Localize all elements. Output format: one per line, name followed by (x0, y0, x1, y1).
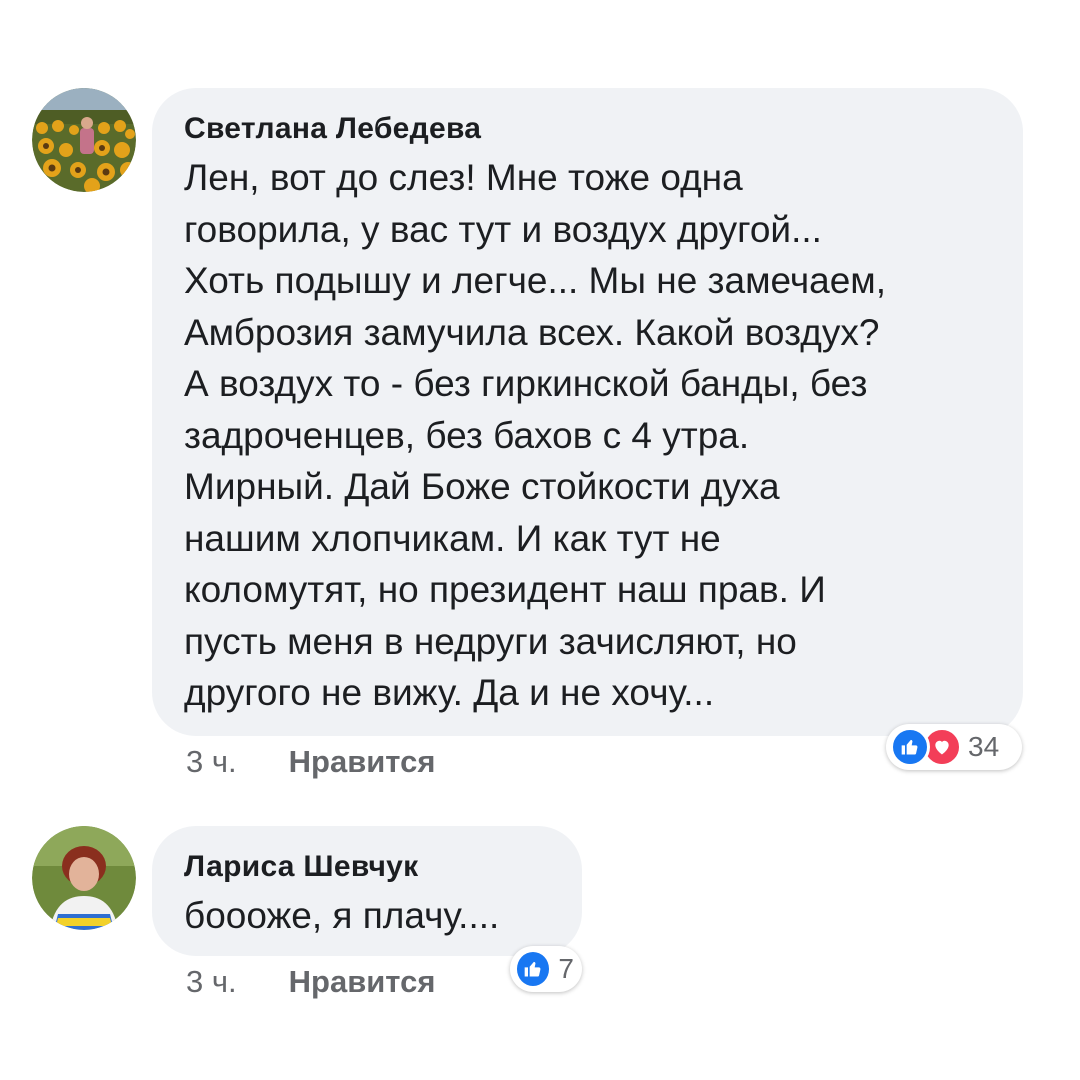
reactions-summary[interactable]: 7 (510, 946, 582, 992)
avatar-woman-photo (32, 826, 136, 930)
comment: Лариса Шевчук боооже, я плачу.... 7 3 ч.… (0, 0, 1080, 1080)
like-icon (890, 727, 930, 767)
comment-meta: 3 ч. Нравится (186, 964, 435, 1000)
comment-bubble: Лариса Шевчук боооже, я плачу.... (152, 826, 582, 956)
comment-time[interactable]: 3 ч. (186, 964, 237, 1000)
avatar[interactable] (32, 826, 136, 930)
like-icon (514, 949, 553, 989)
comment-author[interactable]: Лариса Шевчук (184, 850, 552, 884)
reaction-count: 7 (558, 953, 574, 984)
like-button[interactable]: Нравится (289, 964, 436, 1000)
comment-text-line: боооже, я плачу.... (184, 895, 500, 936)
comment-text: боооже, я плачу.... (184, 890, 552, 942)
